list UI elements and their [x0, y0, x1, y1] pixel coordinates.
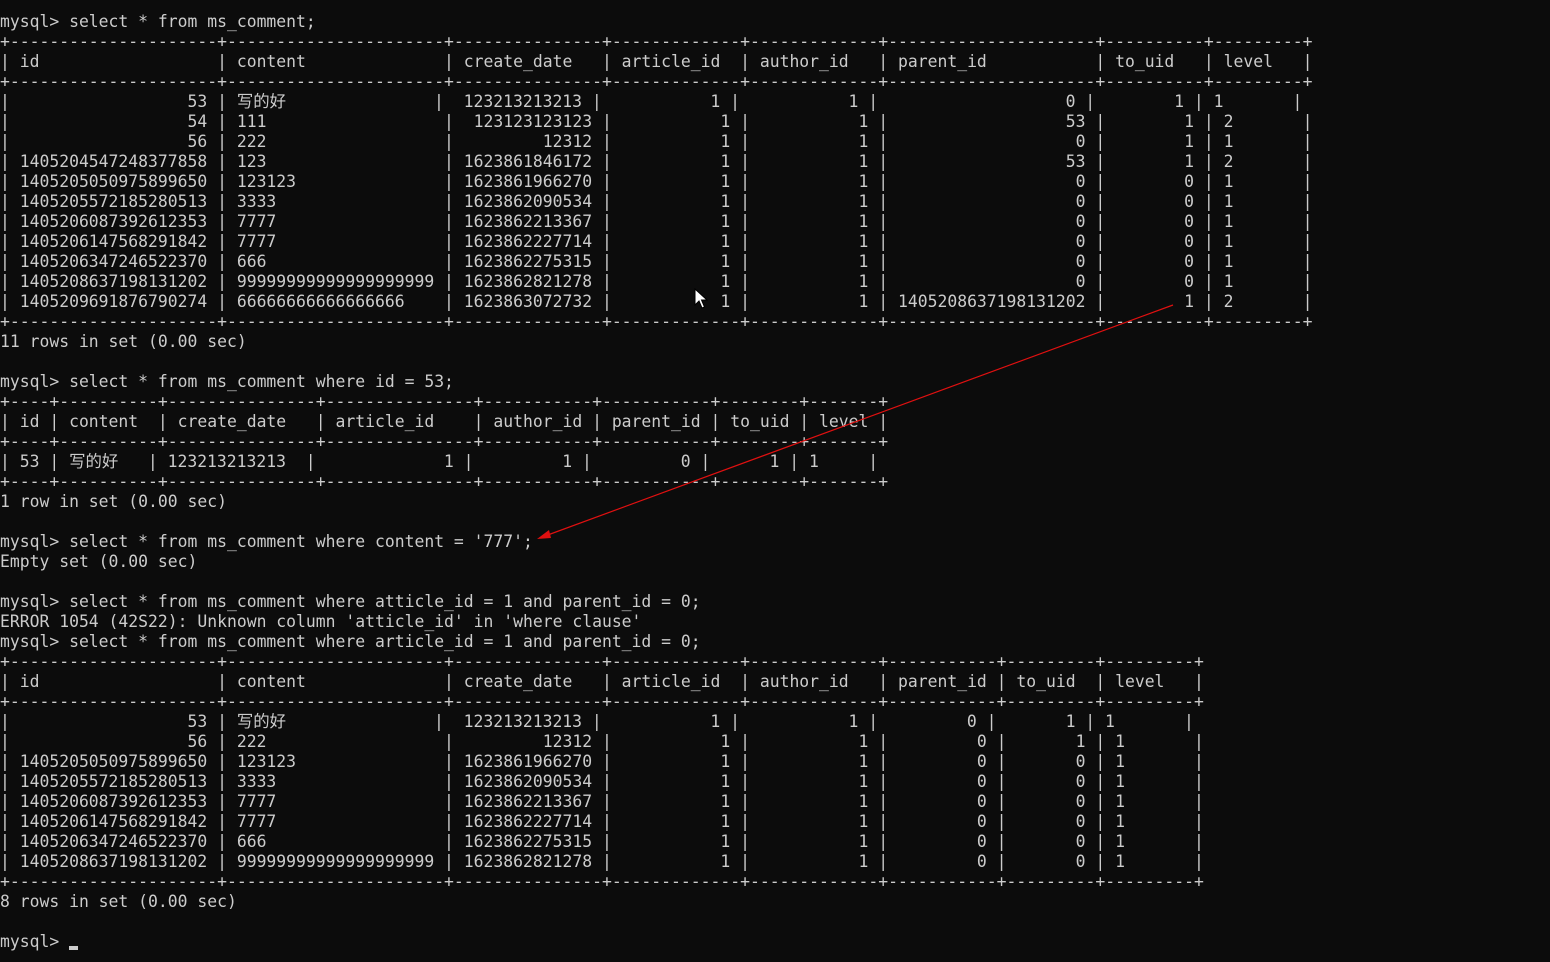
- table-row: | 53 | 写的好 | 123213213213 | 1 | 1 | 0 | …: [0, 92, 1303, 111]
- table-border: +---------------------+-----------------…: [0, 72, 1313, 91]
- table-row: | 54 | 111 | 123123123123 | 1 | 1 | 53 |…: [0, 112, 1313, 131]
- command-line: mysql> select * from ms_comment where id…: [0, 372, 454, 391]
- terminal-window[interactable]: { "terminal": { "lines": [ "mysql> selec…: [0, 0, 1550, 962]
- table-border: +---------------------+-----------------…: [0, 312, 1313, 331]
- command-line: mysql>: [0, 932, 1312, 952]
- table-row: | 1405206347246522370 | 666 | 1623862275…: [0, 832, 1204, 851]
- table-border: +---------------------+-----------------…: [0, 692, 1204, 711]
- table-row: | 1405205050975899650 | 123123 | 1623861…: [0, 752, 1204, 771]
- error-message: ERROR 1054 (42S22): Unknown column 'atti…: [0, 612, 642, 631]
- command-line: mysql> select * from ms_comment where co…: [0, 532, 533, 551]
- status-message: 8 rows in set (0.00 sec): [0, 892, 237, 911]
- table-row: | 1405206087392612353 | 7777 | 162386221…: [0, 792, 1204, 811]
- mouse-pointer-icon: [694, 288, 708, 309]
- table-row: | 1405205572185280513 | 3333 | 162386209…: [0, 772, 1204, 791]
- table-border: +---------------------+-----------------…: [0, 872, 1204, 891]
- text-cursor-icon: [69, 946, 79, 950]
- table-row: | 56 | 222 | 12312 | 1 | 1 | 0 | 1 | 1 |: [0, 732, 1204, 751]
- table-row: | 53 | 写的好 | 123213213213 | 1 | 1 | 0 | …: [0, 712, 1194, 731]
- table-row: | 1405206087392612353 | 7777 | 162386221…: [0, 212, 1313, 231]
- command-line: mysql> select * from ms_comment where ar…: [0, 632, 701, 651]
- table-row: | id | content | create_date | article_i…: [0, 672, 1204, 691]
- table-row: | 1405206147568291842 | 7777 | 162386222…: [0, 232, 1313, 251]
- table-row: | 1405205572185280513 | 3333 | 162386209…: [0, 192, 1313, 211]
- status-message: 11 rows in set (0.00 sec): [0, 332, 247, 351]
- table-row: | 1405204547248377858 | 123 | 1623861846…: [0, 152, 1313, 171]
- table-row: | 56 | 222 | 12312 | 1 | 1 | 0 | 1 | 1 |: [0, 132, 1313, 151]
- table-border: +---------------------+-----------------…: [0, 652, 1204, 671]
- table-row: | 53 | 写的好 | 123213213213 | 1 | 1 | 0 | …: [0, 452, 879, 471]
- table-row: | id | content | create_date | article_i…: [0, 412, 889, 431]
- table-row: | 1405209691876790274 | 6666666666666666…: [0, 292, 1313, 311]
- table-border: +----+----------+---------------+-------…: [0, 472, 889, 491]
- table-border: +----+----------+---------------+-------…: [0, 432, 889, 451]
- status-message: 1 row in set (0.00 sec): [0, 492, 227, 511]
- command-line: mysql> select * from ms_comment;: [0, 12, 316, 31]
- command-line: mysql> select * from ms_comment where at…: [0, 592, 701, 611]
- table-row: | 1405206347246522370 | 666 | 1623862275…: [0, 252, 1313, 271]
- status-message: Empty set (0.00 sec): [0, 552, 198, 571]
- table-border: +----+----------+---------------+-------…: [0, 392, 889, 411]
- table-row: | 1405208637198131202 | 9999999999999999…: [0, 272, 1313, 291]
- table-row: | 1405208637198131202 | 9999999999999999…: [0, 852, 1204, 871]
- table-border: +---------------------+-----------------…: [0, 32, 1313, 51]
- table-row: | 1405205050975899650 | 123123 | 1623861…: [0, 172, 1313, 191]
- table-row: | id | content | create_date | article_i…: [0, 52, 1313, 71]
- table-row: | 1405206147568291842 | 7777 | 162386222…: [0, 812, 1204, 831]
- terminal-output[interactable]: mysql> select * from ms_comment; +-------…: [0, 12, 1312, 952]
